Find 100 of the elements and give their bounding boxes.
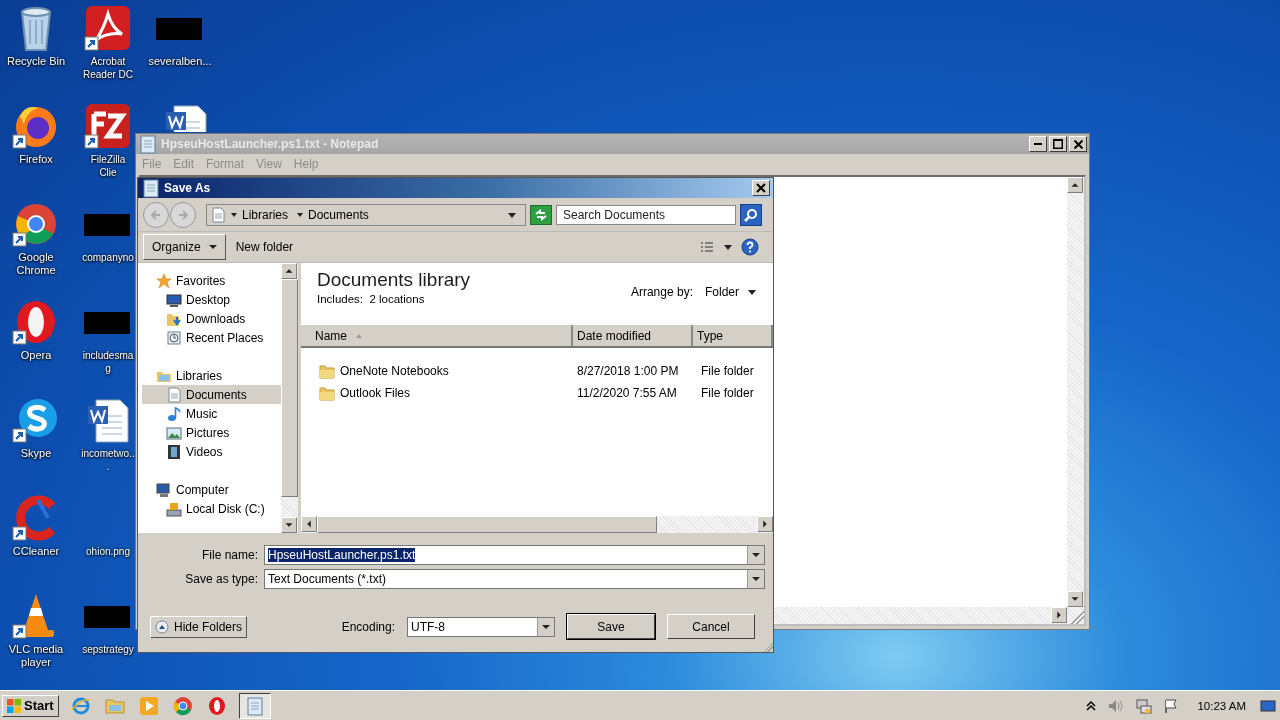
desktop-shortcut[interactable]: Opera <box>0 298 72 362</box>
nav-item[interactable]: Computer <box>142 480 281 499</box>
file-row[interactable]: Outlook Files 11/2/2020 7:55 AM File folder <box>301 382 773 404</box>
folder-icon <box>319 363 335 379</box>
music-note-icon <box>166 405 182 422</box>
scroll-down-button[interactable] <box>1067 591 1083 607</box>
nav-item[interactable]: Music <box>142 404 281 423</box>
nav-item[interactable]: Libraries <box>142 366 281 385</box>
window-title: HpseuHostLauncher.ps1.txt - Notepad <box>161 137 380 151</box>
scroll-down-button[interactable] <box>281 517 297 533</box>
search-field[interactable]: Search Documents <box>556 204 736 225</box>
scroll-right-button[interactable] <box>1051 607 1067 623</box>
save-button[interactable]: Save <box>567 614 655 639</box>
breadcrumb-item[interactable]: Documents <box>308 207 369 222</box>
windows-logo-icon <box>6 697 22 714</box>
organize-button[interactable]: Organize <box>143 234 226 260</box>
start-button[interactable]: Start <box>2 694 59 717</box>
show-desktop-icon[interactable] <box>1260 698 1276 713</box>
dialog-title: Save As <box>164 181 212 195</box>
cancel-button[interactable]: Cancel <box>667 614 755 639</box>
taskbar-app[interactable] <box>238 692 271 719</box>
caret-icon <box>296 210 305 219</box>
desktop-shortcut[interactable]: Recycle Bin <box>0 4 72 68</box>
network-icon[interactable] <box>1135 697 1154 714</box>
scroll-up-button[interactable] <box>1067 177 1083 193</box>
scroll-right-button[interactable] <box>757 516 773 532</box>
close-icon <box>1073 139 1083 149</box>
includes-link[interactable]: Includes: 2 locations <box>317 293 631 305</box>
column-header[interactable]: Type <box>693 325 773 346</box>
scroll-left-button[interactable] <box>301 516 317 532</box>
notepad-icon <box>244 695 265 716</box>
minimize-icon <box>1034 143 1042 145</box>
caret-icon <box>230 210 238 219</box>
encoding-dropdown[interactable]: UTF-8 <box>407 616 555 637</box>
desktop-shortcut[interactable]: Skype <box>0 396 72 460</box>
dropdown-caret-icon[interactable] <box>507 210 517 219</box>
view-list-icon[interactable] <box>699 239 715 255</box>
maximize-button[interactable] <box>1049 136 1067 152</box>
field-label: Save as type: <box>184 572 259 586</box>
desktop-shortcut[interactable]: Google Chrome <box>0 200 72 277</box>
close-button[interactable] <box>752 180 770 196</box>
nav-item[interactable]: Videos <box>142 442 281 461</box>
breadcrumb-item[interactable]: Libraries <box>242 207 289 222</box>
new-folder-button[interactable]: New folder <box>233 240 296 254</box>
scroll-thumb[interactable] <box>317 516 657 533</box>
search-icon <box>744 207 758 222</box>
desktop-shortcut[interactable]: severalben... <box>144 4 216 68</box>
file-name-field[interactable]: HpseuHostLauncher.ps1.txt <box>264 545 765 565</box>
desktop-shortcut[interactable]: Acrobat Reader DC <box>72 4 144 81</box>
file-name: OneNote Notebooks <box>340 364 449 378</box>
arrange-dropdown[interactable]: Folder <box>705 285 757 299</box>
collapse-icon <box>155 619 169 634</box>
help-icon[interactable] <box>741 238 759 256</box>
save-type-dropdown[interactable]: Text Documents (*.txt) <box>264 569 765 589</box>
field-label: File name: <box>200 548 259 562</box>
file-type: File folder <box>700 364 755 378</box>
caret-icon <box>208 243 217 251</box>
chevron-up-icon[interactable] <box>1085 699 1098 712</box>
chrome-icon <box>172 695 193 716</box>
maximize-icon <box>1053 139 1063 149</box>
nav-item[interactable]: Documents <box>142 385 281 404</box>
desktop-shortcut[interactable]: VLC media player <box>0 592 72 669</box>
document-icon <box>210 206 226 223</box>
vertical-scrollbar[interactable] <box>281 263 298 533</box>
nav-item[interactable]: Local Disk (C:) <box>142 499 281 518</box>
nav-item[interactable]: Desktop <box>142 290 281 309</box>
address-bar[interactable]: Libraries Documents <box>206 203 526 226</box>
scroll-up-button[interactable] <box>281 263 297 279</box>
desktop-shortcut[interactable]: CCleaner <box>0 494 72 558</box>
acrobat-icon <box>84 4 132 52</box>
nav-item[interactable]: Favorites <box>142 271 281 290</box>
caret-icon <box>747 288 757 296</box>
file-row[interactable]: OneNote Notebooks 8/27/2018 1:00 PM File folder <box>301 360 773 382</box>
vertical-scrollbar[interactable] <box>1067 177 1084 607</box>
media-player-icon <box>138 695 159 716</box>
monitor-icon <box>166 291 182 308</box>
library-title: Documents library <box>317 269 472 291</box>
search-button[interactable] <box>740 203 762 226</box>
desktop-shortcut[interactable]: sepstrategy <box>72 592 144 656</box>
refresh-icon <box>534 208 548 221</box>
refresh-button[interactable] <box>530 204 552 225</box>
nav-item[interactable]: Downloads <box>142 309 281 328</box>
flag-icon[interactable] <box>1163 697 1180 714</box>
caret-icon[interactable] <box>723 243 733 251</box>
local-disk-icon <box>166 500 182 517</box>
minimize-button[interactable] <box>1029 136 1047 152</box>
hide-folders-button[interactable]: Hide Folders <box>150 615 248 638</box>
column-header[interactable]: Date modified <box>573 325 693 346</box>
column-header[interactable]: Name <box>301 325 573 346</box>
clock[interactable]: 10:23 AM <box>1197 699 1246 712</box>
horizontal-scrollbar[interactable] <box>301 516 773 533</box>
recent-places-icon <box>166 329 182 346</box>
notepad-icon <box>141 178 161 198</box>
desktop-shortcut[interactable]: Firefox <box>0 102 72 166</box>
scroll-thumb[interactable] <box>281 279 298 497</box>
nav-item[interactable]: Recent Places <box>142 328 281 347</box>
computer-icon <box>156 481 172 498</box>
nav-item[interactable]: Pictures <box>142 423 281 442</box>
internet-explorer-icon <box>70 695 91 716</box>
close-button[interactable] <box>1069 136 1087 152</box>
